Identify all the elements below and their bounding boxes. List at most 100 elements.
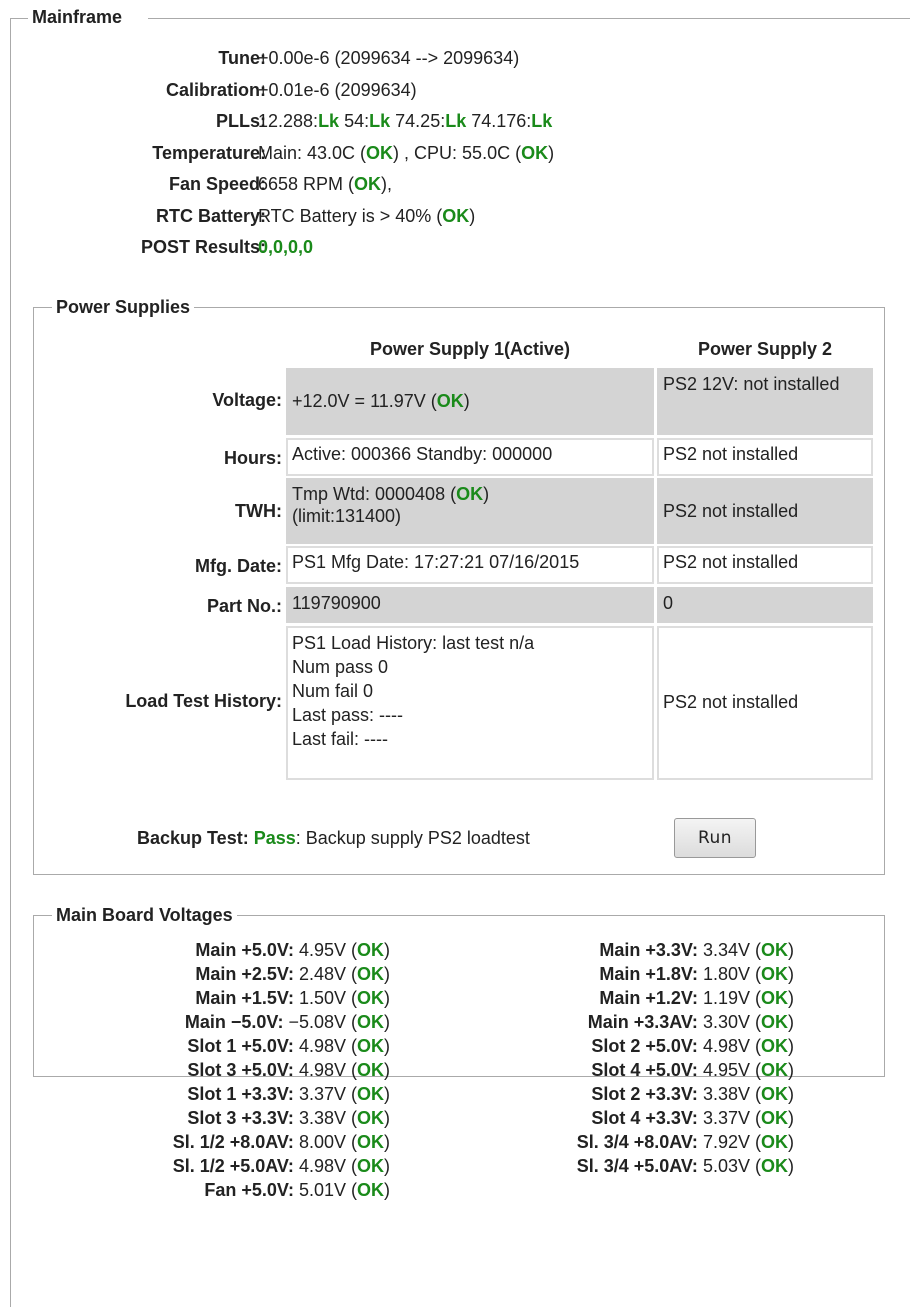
pll-1-freq: 12.288: <box>258 111 319 131</box>
temperature-end: ) <box>548 143 555 163</box>
voltage-value: 1.80V ( <box>702 964 761 984</box>
voltage-value: 3.37V ( <box>702 1108 761 1128</box>
voltage-label: Slot 3 +3.3V: <box>187 1108 294 1128</box>
rtc-battery-value: RTC Battery is > 40% (OK) <box>258 206 475 227</box>
backup-test-text: : Backup supply PS2 loadtest <box>295 828 530 848</box>
ps1-voltage-value: +12.0V = 11.97V ( <box>292 391 437 411</box>
voltage-end: ) <box>384 988 390 1008</box>
temperature-row: Temperature: Main: 43.0C (OK) , CPU: 55.… <box>0 143 554 164</box>
temperature-value: Main: 43.0C (OK) , CPU: 55.0C (OK) <box>258 143 554 164</box>
voltage-ok: OK <box>357 940 384 960</box>
rtc-battery-ok: OK <box>442 206 470 226</box>
right-voltage-row: Sl. 3/4 +5.0AV: 5.03V (OK) <box>512 1156 794 1177</box>
voltage-ok: OK <box>761 1108 788 1128</box>
ps1-num-fail: Num fail 0 <box>292 681 374 701</box>
tune-value: +0.00e-6 (2099634 --> 2099634) <box>258 48 520 68</box>
voltage-end: ) <box>788 1084 794 1104</box>
voltage-label: Main +1.2V: <box>599 988 698 1008</box>
ps2-voltage-cell: PS2 12V: not installed <box>657 368 873 435</box>
pll-4-freq: 74.176: <box>471 111 532 131</box>
voltage-ok: OK <box>357 1084 384 1104</box>
voltage-ok: OK <box>357 1036 384 1056</box>
voltage-ok: OK <box>761 1012 788 1032</box>
voltage-label: Main −5.0V: <box>184 1012 284 1032</box>
ps1-mfg-date-cell: PS1 Mfg Date: 17:27:21 07/16/2015 <box>286 546 654 584</box>
ps1-voltage-cell: +12.0V = 11.97V (OK) <box>286 368 654 435</box>
run-backup-test-button[interactable]: Run <box>674 818 756 858</box>
voltage-value: 4.95V ( <box>702 1060 761 1080</box>
voltage-row-label: Voltage: <box>212 390 282 410</box>
left-voltage-row: Main +2.5V: 2.48V (OK) <box>110 964 390 985</box>
ps2-mfg-date-cell: PS2 not installed <box>657 546 873 584</box>
voltage-end: ) <box>788 988 794 1008</box>
voltage-end: ) <box>384 1036 390 1056</box>
left-voltage-row: Slot 3 +5.0V: 4.98V (OK) <box>110 1060 390 1081</box>
right-voltage-row: Main +1.2V: 1.19V (OK) <box>512 988 794 1009</box>
voltage-ok: OK <box>357 1108 384 1128</box>
voltage-end: ) <box>788 1012 794 1032</box>
voltage-value: 3.34V ( <box>702 940 761 960</box>
left-voltage-row: Main +5.0V: 4.95V (OK) <box>110 940 390 961</box>
voltage-value: 3.30V ( <box>702 1012 761 1032</box>
plls-value: 12.288:Lk 54:Lk 74.25:Lk 74.176:Lk <box>258 111 552 132</box>
voltage-end: ) <box>384 1084 390 1104</box>
left-voltage-row: Sl. 1/2 +5.0AV: 4.98V (OK) <box>110 1156 390 1177</box>
voltage-ok: OK <box>357 1180 384 1200</box>
mainframe-border-top-right <box>148 18 910 19</box>
voltage-value: 2.48V ( <box>298 964 357 984</box>
right-voltage-row: Slot 2 +5.0V: 4.98V (OK) <box>512 1036 794 1057</box>
part-no-row-label: Part No.: <box>206 596 282 616</box>
voltage-label: Main +3.3AV: <box>587 1012 698 1032</box>
ps1-num-pass: Num pass 0 <box>292 657 389 677</box>
voltage-end: ) <box>384 1156 390 1176</box>
post-results-value: 0,0,0,0 <box>258 237 314 257</box>
backup-test-row: Backup Test: Pass: Backup supply PS2 loa… <box>137 828 530 849</box>
fan-speed-label: Fan Speed: <box>168 174 266 194</box>
voltage-ok: OK <box>357 1060 384 1080</box>
fan-speed-end: ), <box>381 174 393 194</box>
voltage-label: Slot 4 +5.0V: <box>591 1060 698 1080</box>
right-voltage-row: Slot 4 +5.0V: 4.95V (OK) <box>512 1060 794 1081</box>
voltage-end: ) <box>788 1132 794 1152</box>
pll-2-freq: 54: <box>344 111 370 131</box>
load-test-history-row-label: Load Test History: <box>125 691 282 711</box>
right-voltage-row: Main +1.8V: 1.80V (OK) <box>512 964 794 985</box>
ps1-voltage-end: ) <box>463 391 470 411</box>
voltage-value: 4.98V ( <box>298 1036 357 1056</box>
ps1-twh-value: Tmp Wtd: 0000408 ( <box>292 484 457 504</box>
ps1-twh-cell: Tmp Wtd: 0000408 (OK) (limit:131400) <box>286 478 654 544</box>
calibration-value: +0.01e-6 (2099634) <box>258 80 417 100</box>
voltage-label: Slot 2 +5.0V: <box>591 1036 698 1056</box>
voltage-ok: OK <box>357 1132 384 1152</box>
voltage-ok: OK <box>761 1084 788 1104</box>
right-voltage-row: Sl. 3/4 +8.0AV: 7.92V (OK) <box>512 1132 794 1153</box>
ps2-part-no-cell: 0 <box>657 587 873 623</box>
voltage-ok: OK <box>357 988 384 1008</box>
voltage-value: 5.03V ( <box>702 1156 761 1176</box>
voltage-end: ) <box>788 1156 794 1176</box>
pll-2-lock: Lk <box>369 111 391 131</box>
voltage-ok: OK <box>761 1036 788 1056</box>
voltage-label: Slot 1 +5.0V: <box>187 1036 294 1056</box>
ps1-twh-end: ) <box>483 484 490 504</box>
fan-speed-ok: OK <box>354 174 382 194</box>
voltage-value: 4.98V ( <box>702 1036 761 1056</box>
left-voltage-row: Slot 1 +3.3V: 3.37V (OK) <box>110 1084 390 1105</box>
voltage-ok: OK <box>357 964 384 984</box>
backup-test-label: Backup Test: <box>137 828 249 848</box>
pll-3-freq: 74.25: <box>395 111 446 131</box>
fan-speed-row: Fan Speed: 6658 RPM (OK), <box>0 174 392 195</box>
voltage-label: Sl. 1/2 +5.0AV: <box>172 1156 294 1176</box>
voltage-ok: OK <box>761 1132 788 1152</box>
voltage-value: 8.00V ( <box>298 1132 357 1152</box>
voltage-end: ) <box>788 964 794 984</box>
voltage-value: 3.37V ( <box>298 1084 357 1104</box>
voltage-end: ) <box>384 1060 390 1080</box>
voltage-end: ) <box>788 1036 794 1056</box>
voltage-ok: OK <box>761 940 788 960</box>
voltage-label: Slot 1 +3.3V: <box>187 1084 294 1104</box>
voltage-end: ) <box>788 940 794 960</box>
left-voltage-row: Slot 1 +5.0V: 4.98V (OK) <box>110 1036 390 1057</box>
voltage-ok: OK <box>357 1156 384 1176</box>
voltage-value: 3.38V ( <box>702 1084 761 1104</box>
